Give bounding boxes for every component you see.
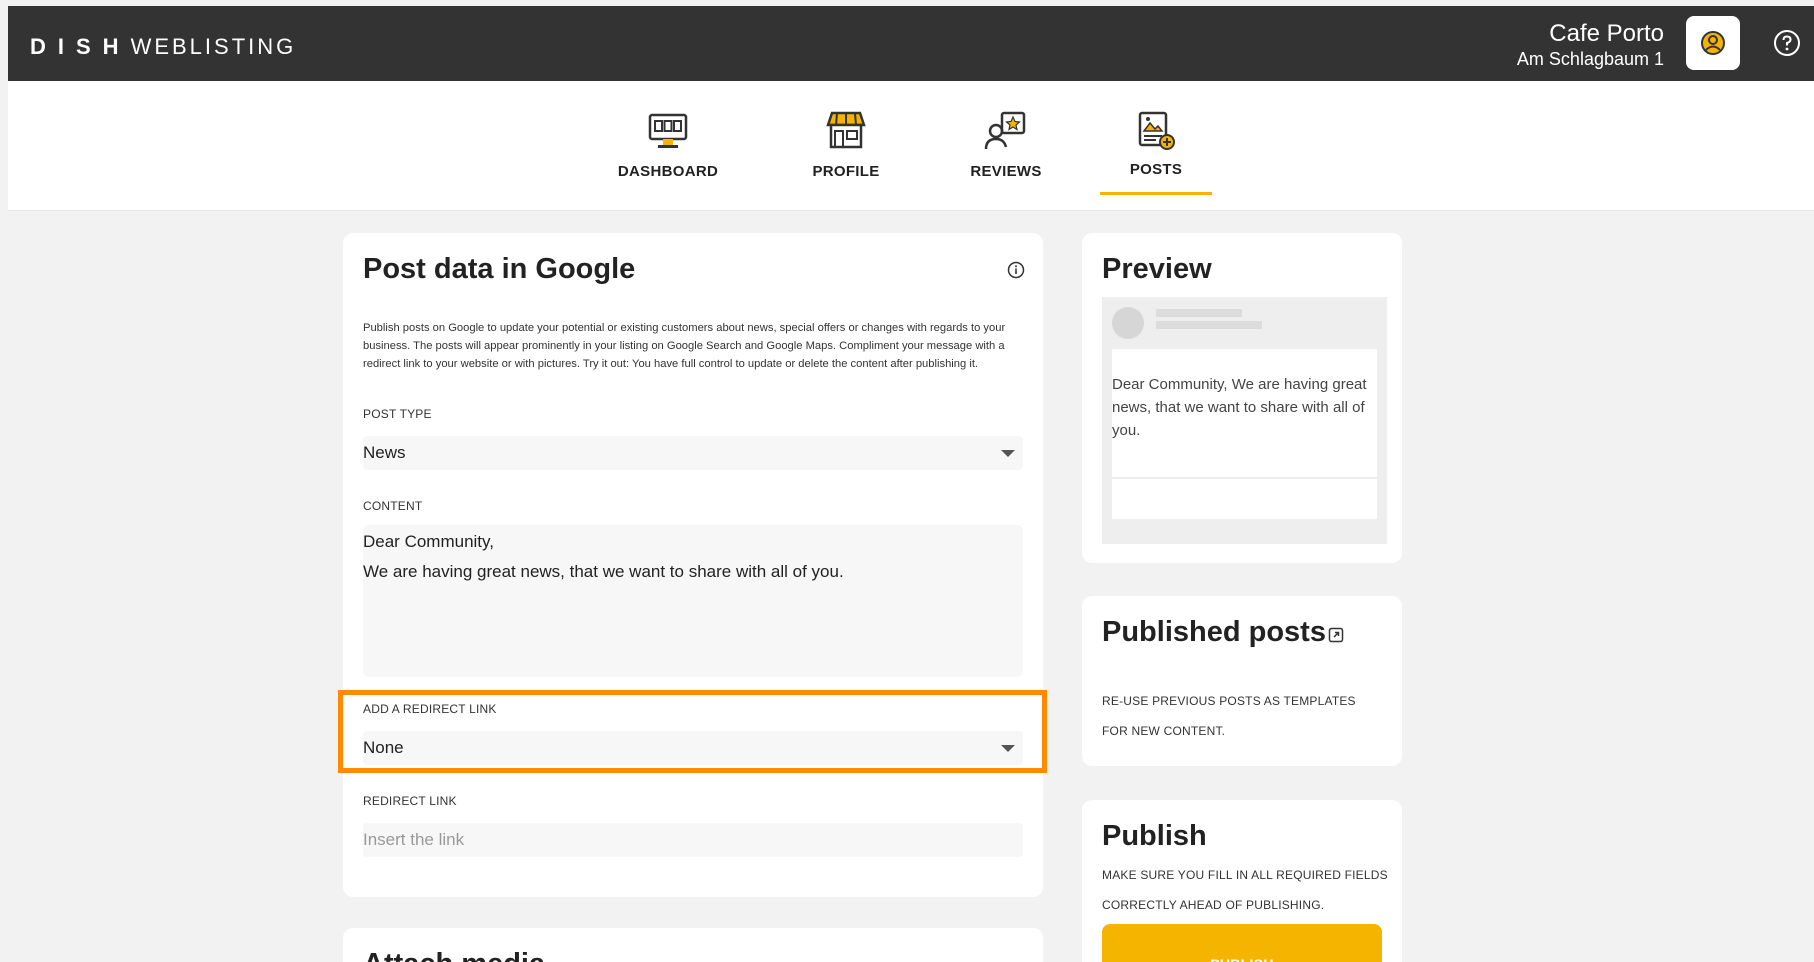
attach-media-title: Attach media [363,948,545,962]
post-type-value: News [363,443,406,462]
published-posts-title: Published posts [1102,616,1326,648]
business-name: Cafe Porto [1549,20,1664,47]
post-data-title: Post data in Google [363,253,636,285]
chevron-down-icon [1001,745,1015,752]
content-label: CONTENT [363,499,423,513]
nav-item-reviews[interactable]: REVIEWS [946,81,1066,211]
info-icon[interactable] [1007,261,1025,279]
business-address: Am Schlagbaum 1 [1516,49,1664,69]
preview-card: Preview Dear Community, We are having gr… [1082,233,1402,563]
post-data-card: Post data in Google Publish posts on Goo… [343,233,1043,897]
nav-item-posts[interactable]: POSTS [1100,81,1212,211]
publish-button[interactable]: PUBLISH [1102,924,1382,962]
logo-light-text: WEBLISTING [130,34,297,59]
user-avatar-icon [1701,31,1725,55]
preview-text: Dear Community, We are having great news… [1112,376,1367,439]
redirect-select-label: ADD A REDIRECT LINK [363,702,497,716]
posts-image-icon [1138,111,1175,150]
nav-label-dashboard: DASHBOARD [617,163,719,180]
business-info: Cafe Porto Am Schlagbaum 1 [1517,20,1664,70]
active-tab-indicator [1100,192,1212,195]
preview-title: Preview [1102,253,1212,285]
content-textarea[interactable] [363,525,1023,677]
main-navigation: DASHBOARD PROFILE REVIEWS POSTS [8,81,1814,211]
published-posts-link[interactable]: Published posts [1102,616,1344,649]
preview-footer [1112,479,1377,519]
help-button[interactable] [1770,26,1804,60]
top-bar: DISHWEBLISTING Cafe Porto Am Schlagbaum … [8,6,1814,81]
external-link-icon [1328,627,1344,642]
help-question-icon [1774,30,1800,56]
attach-media-card: Attach media [343,928,1043,962]
redirect-link-input[interactable] [363,823,1023,857]
dashboard-monitor-icon [648,113,688,148]
publish-card: Publish MAKE SURE YOU FILL IN ALL REQUIR… [1082,800,1402,962]
nav-item-dashboard[interactable]: DASHBOARD [608,81,728,211]
published-posts-card: Published posts RE-USE PREVIOUS POSTS AS… [1082,596,1402,766]
logo-bold-text: DISH [30,34,131,59]
nav-label-posts: POSTS [1129,161,1183,178]
redirect-type-value: None [363,738,404,757]
nav-item-profile[interactable]: PROFILE [786,81,906,211]
chevron-down-icon [1001,450,1015,457]
post-data-description: Publish posts on Google to update your p… [363,322,1006,370]
preview-name-placeholder [1156,309,1242,317]
post-type-select[interactable]: News [363,436,1023,470]
user-account-button[interactable] [1686,16,1740,70]
redirect-link-label: REDIRECT LINK [363,794,457,808]
publish-description: MAKE SURE YOU FILL IN ALL REQUIRED FIELD… [1102,868,1388,912]
reviews-star-icon [984,111,1026,150]
storefront-icon [826,111,866,149]
redirect-type-select[interactable]: None [363,731,1023,765]
post-preview: Dear Community, We are having great news… [1102,297,1387,544]
publish-title: Publish [1102,820,1207,852]
app-logo[interactable]: DISHWEBLISTING [30,34,296,60]
post-type-label: POST TYPE [363,407,432,421]
preview-meta-placeholder [1156,321,1262,329]
published-posts-description: RE-USE PREVIOUS POSTS AS TEMPLATES FOR N… [1102,694,1356,738]
preview-body: Dear Community, We are having great news… [1112,349,1377,477]
preview-avatar-placeholder [1112,307,1144,339]
nav-label-profile: PROFILE [812,163,880,180]
nav-label-reviews: REVIEWS [970,163,1042,180]
